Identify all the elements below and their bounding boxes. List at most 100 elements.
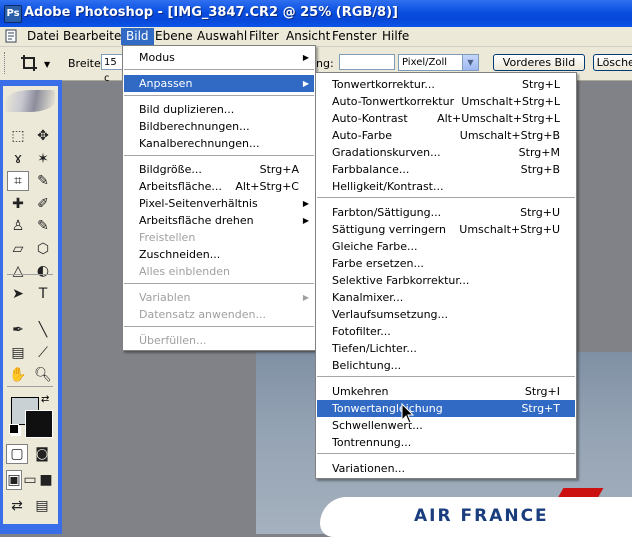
- bild-menu-item[interactable]: Bildgröße... Strg+A: [124, 161, 314, 178]
- menu-fenster[interactable]: Fenster: [327, 28, 382, 45]
- dodge-tool-icon[interactable]: ◐: [32, 261, 54, 281]
- anpassen-menu-item[interactable]: Tonwertkorrektur... Strg+L: [317, 76, 575, 93]
- menu-item-label: Bild duplizieren...: [139, 103, 235, 116]
- menu-item-label: Auto-Kontrast: [332, 112, 408, 125]
- bild-menu-item[interactable]: Arbeitsfläche... Alt+Strg+C: [124, 178, 314, 195]
- healing-brush-tool-icon[interactable]: ✚: [7, 194, 29, 214]
- anpassen-menu-item[interactable]: Tiefen/Lichter...: [317, 340, 575, 357]
- anpassen-menu-item[interactable]: Kanalmixer...: [317, 289, 575, 306]
- menu-item-shortcut: Strg+B: [520, 163, 560, 176]
- jump-to-imageready-icon[interactable]: ⇄: [6, 496, 28, 516]
- menu-item-label: Tontrennung...: [332, 436, 412, 449]
- resolution-unit-select[interactable]: Pixel/Zoll ▼: [398, 54, 479, 71]
- menu-item-label: Zuschneiden...: [139, 248, 221, 261]
- line-tool-icon[interactable]: ╲: [32, 320, 54, 340]
- bild-menu-item: Alles einblenden: [124, 263, 314, 280]
- menu-item-shortcut: Strg+U: [520, 206, 560, 219]
- bild-menu-item[interactable]: Pixel-Seitenverhältnis ▶: [124, 195, 314, 212]
- anpassen-menu-item[interactable]: Auto-Tonwertkorrektur Umschalt+Strg+L: [317, 93, 575, 110]
- submenu-arrow-icon: ▶: [302, 216, 309, 225]
- chevron-down-icon[interactable]: ▼: [462, 55, 478, 70]
- menu-hilfe[interactable]: Hilfe: [377, 28, 414, 45]
- anpassen-menu-item[interactable]: Auto-Kontrast Alt+Umschalt+Strg+L: [317, 110, 575, 127]
- anpassen-menu-item[interactable]: Farbton/Sättigung... Strg+U: [317, 204, 575, 221]
- hand-tool-icon[interactable]: ✋: [7, 365, 29, 385]
- notes-tool-icon[interactable]: ▤: [7, 343, 29, 363]
- resolution-field[interactable]: [339, 54, 395, 70]
- menu-ebene[interactable]: Ebene: [150, 28, 198, 45]
- pen-tool-icon[interactable]: ✒: [7, 320, 29, 340]
- toolbox-divider: [7, 386, 53, 387]
- anpassen-menu-item[interactable]: Tonwertangleichung Strg+T: [317, 400, 575, 417]
- anpassen-menu-item[interactable]: Selektive Farbkorrektur...: [317, 272, 575, 289]
- submenu-arrow-icon: ▶: [302, 199, 309, 208]
- brush-tool-icon[interactable]: ✐: [32, 194, 54, 214]
- menu-item-label: Alles einblenden: [139, 265, 230, 278]
- menu-filter[interactable]: Filter: [244, 28, 284, 45]
- anpassen-menu-item[interactable]: Helligkeit/Kontrast...: [317, 178, 575, 195]
- crop-tool-preset-icon[interactable]: [20, 54, 38, 72]
- bild-menu-item[interactable]: Kanalberechnungen...: [124, 135, 314, 152]
- width-field[interactable]: 15 c: [101, 54, 123, 84]
- magic-wand-tool-icon[interactable]: ✶: [32, 149, 54, 169]
- resolution-label: ng:: [316, 57, 334, 70]
- menu-item-label: Pixel-Seitenverhältnis: [139, 197, 258, 210]
- mouse-cursor-icon: [401, 403, 415, 424]
- anpassen-menu-item[interactable]: Gradationskurven... Strg+M: [317, 144, 575, 161]
- screen-mode-full-icon[interactable]: ■: [38, 470, 54, 490]
- zoom-tool-icon[interactable]: 🔍︎: [32, 365, 54, 385]
- menu-bild[interactable]: Bild: [121, 28, 154, 45]
- quick-mask-mode-icon[interactable]: ◙: [31, 444, 53, 464]
- anpassen-menu-item[interactable]: Tontrennung...: [317, 434, 575, 451]
- path-selection-tool-icon[interactable]: ➤: [7, 284, 29, 304]
- bild-menu-item[interactable]: Arbeitsfläche drehen ▶: [124, 212, 314, 229]
- document-menu-icon[interactable]: [4, 28, 20, 44]
- crop-tool-icon[interactable]: ⌗: [7, 171, 29, 191]
- submenu-arrow-icon: ▶: [302, 293, 309, 302]
- background-color-swatch[interactable]: [25, 410, 53, 438]
- submenu-arrow-icon: ▶: [302, 79, 309, 88]
- front-image-button[interactable]: Vorderes Bild: [493, 54, 585, 71]
- paint-bucket-tool-icon[interactable]: ⬡: [32, 239, 54, 259]
- default-colors-icon[interactable]: [9, 424, 19, 434]
- anpassen-menu-item[interactable]: Fotofilter...: [317, 323, 575, 340]
- anpassen-menu-item[interactable]: Umkehren Strg+I: [317, 383, 575, 400]
- imageready-icon[interactable]: ▤: [31, 496, 53, 516]
- move-tool-icon[interactable]: ✥: [32, 126, 54, 146]
- screen-mode-standard-icon[interactable]: ▣: [6, 470, 22, 490]
- swap-colors-icon[interactable]: ⇄: [41, 394, 49, 405]
- history-brush-tool-icon[interactable]: ✎: [32, 216, 54, 236]
- slice-tool-icon[interactable]: ✎: [32, 171, 54, 191]
- anpassen-menu-item[interactable]: Auto-Farbe Umschalt+Strg+B: [317, 127, 575, 144]
- screen-mode-menu-icon[interactable]: ▭: [22, 470, 38, 490]
- clear-button[interactable]: Löscher: [593, 54, 632, 71]
- eraser-tool-icon[interactable]: ▱: [7, 239, 29, 259]
- menu-separator: [317, 376, 575, 377]
- anpassen-menu-item[interactable]: Gleiche Farbe...: [317, 238, 575, 255]
- bild-menu-item[interactable]: Modus ▶: [124, 49, 314, 66]
- anpassen-menu-item[interactable]: Variationen...: [317, 460, 575, 477]
- options-bar-grip[interactable]: [4, 52, 8, 74]
- menu-item-shortcut: Strg+I: [524, 385, 560, 398]
- bild-menu-item[interactable]: Zuschneiden...: [124, 246, 314, 263]
- anpassen-menu-item[interactable]: Schwellenwert...: [317, 417, 575, 434]
- bild-menu-item[interactable]: Bildberechnungen...: [124, 118, 314, 135]
- lasso-tool-icon[interactable]: ɤ: [7, 149, 29, 169]
- type-tool-icon[interactable]: T: [32, 284, 54, 304]
- anpassen-menu-item[interactable]: Verlaufsumsetzung...: [317, 306, 575, 323]
- menu-item-shortcut: Strg+L: [522, 78, 560, 91]
- blur-tool-icon[interactable]: △: [7, 261, 29, 281]
- eyedropper-tool-icon[interactable]: ⟋: [32, 343, 54, 363]
- clone-stamp-tool-icon[interactable]: ♙: [7, 216, 29, 236]
- chevron-down-icon[interactable]: ▼: [44, 60, 50, 69]
- menu-item-label: Variablen: [139, 291, 191, 304]
- photoshop-app-icon[interactable]: Ps: [4, 5, 22, 23]
- marquee-tool-icon[interactable]: ⬚: [7, 126, 29, 146]
- bild-menu-item[interactable]: Anpassen ▶: [124, 75, 314, 92]
- anpassen-menu-item[interactable]: Belichtung...: [317, 357, 575, 374]
- anpassen-menu-item[interactable]: Sättigung verringern Umschalt+Strg+U: [317, 221, 575, 238]
- anpassen-menu-item[interactable]: Farbe ersetzen...: [317, 255, 575, 272]
- anpassen-menu-item[interactable]: Farbbalance... Strg+B: [317, 161, 575, 178]
- bild-menu-item[interactable]: Bild duplizieren...: [124, 101, 314, 118]
- standard-mode-icon[interactable]: ▢: [6, 444, 28, 464]
